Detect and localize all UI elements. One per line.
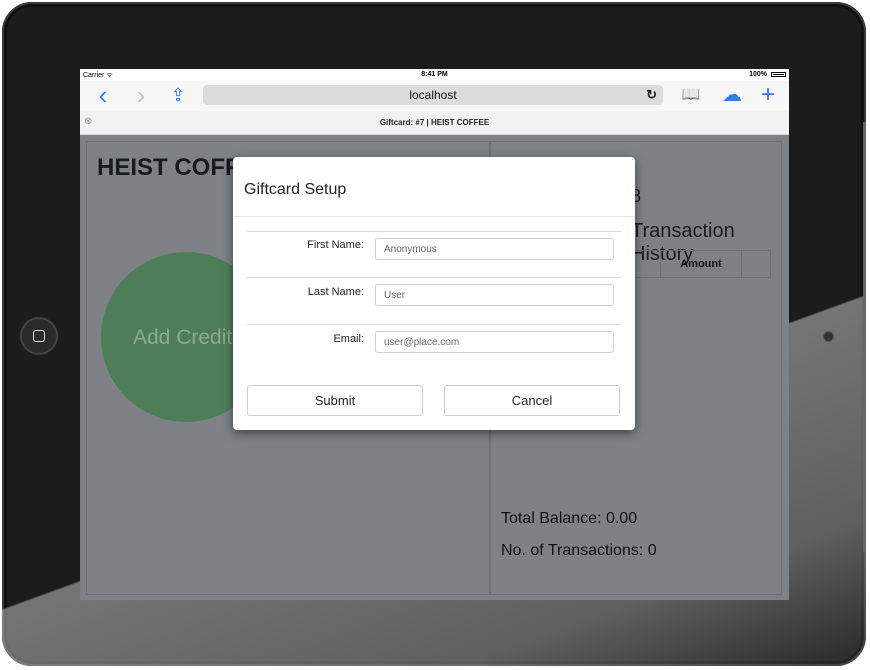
history-table-header: Amount	[631, 250, 771, 278]
submit-button[interactable]: Submit	[247, 385, 423, 416]
bookmarks-icon[interactable]: 📖	[679, 83, 703, 107]
modal-title: Giftcard Setup	[244, 181, 347, 198]
email-input[interactable]	[375, 331, 614, 353]
tab-bar: ⊗ Giftcard: #7 | HEIST COFFEE	[80, 111, 789, 135]
forward-icon[interactable]: ›	[129, 82, 153, 108]
amount-column-header: Amount	[660, 251, 742, 277]
first-name-input[interactable]	[375, 238, 614, 260]
back-icon[interactable]: ‹	[91, 82, 115, 108]
address-text: localhost	[409, 88, 457, 102]
add-credit-label: Add Credit	[133, 326, 233, 349]
row-divider	[247, 324, 621, 325]
screen: Carrier ᯤ 8:41 PM 100% ‹ › ⇪ localhost ↻…	[80, 69, 789, 600]
cancel-button[interactable]: Cancel	[444, 385, 620, 416]
email-label: Email:	[333, 333, 364, 345]
home-button[interactable]	[20, 317, 58, 355]
row-divider	[247, 277, 621, 278]
status-bar: Carrier ᯤ 8:41 PM 100%	[80, 69, 789, 81]
frame-edge	[863, 122, 866, 552]
cloud-tabs-icon[interactable]: ☁	[720, 83, 744, 107]
battery-percent: 100%	[749, 71, 767, 78]
total-balance: Total Balance: 0.00	[501, 510, 638, 527]
modal-divider	[233, 216, 635, 217]
giftcard-setup-modal: Giftcard Setup First Name: Last Name: Em…	[233, 157, 635, 430]
reload-icon[interactable]: ↻	[646, 85, 657, 105]
camera	[824, 332, 833, 341]
share-icon[interactable]: ⇪	[166, 83, 190, 107]
home-square-icon	[33, 330, 45, 342]
row-divider	[247, 231, 621, 232]
tab-title[interactable]: Giftcard: #7 | HEIST COFFEE	[80, 118, 789, 127]
address-bar[interactable]: localhost ↻	[203, 85, 663, 105]
transaction-count: No. of Transactions: 0	[501, 542, 657, 559]
last-name-input[interactable]	[375, 284, 614, 306]
browser-toolbar: ‹ › ⇪ localhost ↻ 📖 ☁ +	[80, 81, 789, 111]
battery-icon	[771, 72, 786, 77]
clock: 8:41 PM	[421, 71, 448, 78]
first-name-label: First Name:	[307, 239, 364, 251]
new-tab-icon[interactable]: +	[756, 83, 780, 107]
last-name-label: Last Name:	[307, 286, 364, 298]
